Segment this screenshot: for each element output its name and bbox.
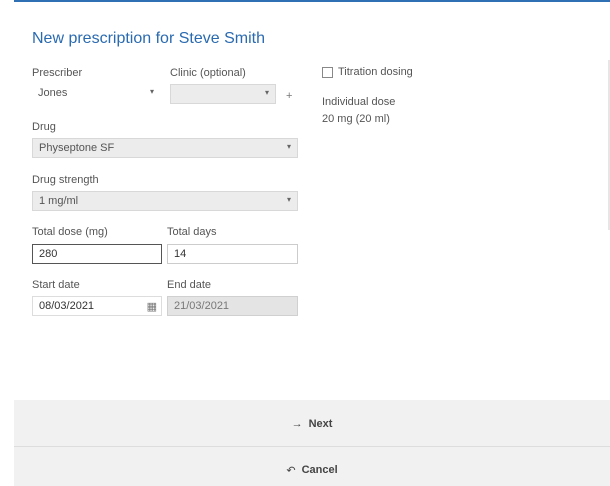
- clinic-select[interactable]: ▾: [170, 84, 276, 104]
- total-dose-input[interactable]: 280: [32, 244, 162, 264]
- end-date-input: 21/03/2021: [167, 296, 298, 316]
- drug-strength-value: 1 mg/ml: [39, 195, 79, 207]
- chevron-down-icon: ▾: [149, 87, 154, 96]
- start-date-label: Start date: [32, 279, 80, 291]
- end-date-label: End date: [167, 279, 212, 291]
- chevron-down-icon: ▾: [264, 88, 269, 97]
- drug-label: Drug: [32, 121, 56, 133]
- titration-label: Titration dosing: [338, 66, 413, 78]
- arrow-right-icon: →: [291, 418, 303, 430]
- clinic-label: Clinic (optional): [170, 67, 246, 79]
- page-title: New prescription for Steve Smith: [32, 30, 265, 47]
- titration-checkbox[interactable]: [322, 66, 333, 78]
- total-days-label: Total days: [167, 226, 217, 238]
- drug-strength-label: Drug strength: [32, 174, 99, 186]
- titration-dosing-option[interactable]: Titration dosing: [322, 66, 413, 78]
- chevron-down-icon: ▾: [286, 142, 291, 151]
- drug-select[interactable]: Physeptone SF ▾: [32, 138, 298, 158]
- undo-icon: ↶: [286, 464, 296, 477]
- top-border: [14, 0, 610, 2]
- prescriber-select[interactable]: Jones ▾: [32, 84, 160, 104]
- chevron-down-icon: ▾: [286, 195, 291, 204]
- add-clinic-button[interactable]: +: [286, 90, 292, 102]
- total-dose-label: Total dose (mg): [32, 226, 108, 238]
- total-days-input[interactable]: 14: [167, 244, 298, 264]
- footer-divider: [14, 446, 610, 447]
- calendar-icon[interactable]: ▦: [147, 300, 157, 313]
- start-date-value: 08/03/2021: [39, 300, 95, 312]
- individual-dose-value: 20 mg (20 ml): [322, 113, 390, 125]
- next-button[interactable]: → Next: [14, 409, 610, 439]
- prescriber-label: Prescriber: [32, 67, 83, 79]
- prescriber-value: Jones: [38, 87, 68, 99]
- cancel-button-label: Cancel: [301, 464, 338, 476]
- next-button-label: Next: [308, 418, 333, 430]
- drug-strength-select[interactable]: 1 mg/ml ▾: [32, 191, 298, 211]
- start-date-input[interactable]: 08/03/2021 ▦: [32, 296, 162, 316]
- cancel-button[interactable]: ↶ Cancel: [14, 455, 610, 485]
- drug-value: Physeptone SF: [39, 142, 115, 154]
- individual-dose-label: Individual dose: [322, 96, 396, 108]
